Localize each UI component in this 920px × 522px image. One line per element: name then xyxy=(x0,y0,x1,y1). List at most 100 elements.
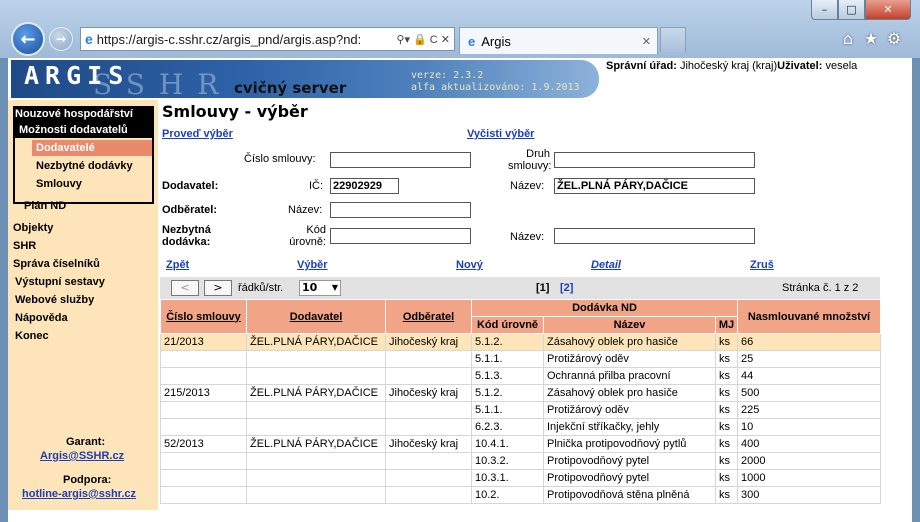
address-tools-icons[interactable]: ⚲▾ 🔒 C ✕ xyxy=(392,33,454,46)
cell-mj: ks xyxy=(715,333,738,351)
logo-text: ARGIS xyxy=(24,61,130,90)
table-row[interactable]: 6.2.3. Injekční stříkačky, jehly ks 10 xyxy=(160,418,881,436)
menu-moznosti[interactable]: Možnosti dodavatelů xyxy=(15,122,154,138)
address-url[interactable]: https://argis-c.sshr.cz/argis_pnd/argis.… xyxy=(97,32,393,47)
kod-input[interactable] xyxy=(330,228,471,244)
cell-nazev: Protižárový oděv xyxy=(543,401,716,419)
menu-plan[interactable]: Plán ND xyxy=(24,200,66,212)
nazev-dod-input[interactable]: ŽEL.PLNÁ PÁRY,DAČICE xyxy=(554,178,755,194)
table-row[interactable]: 5.1.1. Protižárový oděv ks 25 xyxy=(160,350,881,368)
office-label: Správní úřad: xyxy=(606,60,677,72)
cell-cislo xyxy=(160,452,247,470)
menu-konec[interactable]: Konec xyxy=(15,330,49,342)
cell-mj: ks xyxy=(715,486,738,504)
next-page-button[interactable]: > xyxy=(204,280,232,296)
page-2-link[interactable]: [2] xyxy=(560,282,573,294)
cislo-input[interactable] xyxy=(330,152,471,168)
address-bar[interactable]: e https://argis-c.sshr.cz/argis_pnd/argi… xyxy=(80,27,455,51)
close-window-button[interactable]: ✕ xyxy=(865,0,911,20)
detail-link[interactable]: Detail xyxy=(591,259,621,271)
cell-odberatel xyxy=(385,350,472,368)
nazev-nd-input[interactable] xyxy=(554,228,755,244)
maximize-button[interactable]: □ xyxy=(838,0,865,20)
cell-mnozstvi: 2000 xyxy=(737,452,881,470)
minimize-button[interactable]: – xyxy=(811,0,838,20)
back-button[interactable]: ← xyxy=(11,22,45,56)
new-tab-button[interactable] xyxy=(660,27,686,52)
col-dodavatel[interactable]: Dodavatel xyxy=(246,299,386,334)
cell-odberatel xyxy=(385,486,472,504)
col-cislo[interactable]: Číslo smlouvy xyxy=(160,299,247,334)
novy-link[interactable]: Nový xyxy=(456,259,483,271)
run-filter-link[interactable]: Proveď výběr xyxy=(162,128,233,140)
banner: SSHR ARGIS cvičný server verze: 2.3.2 al… xyxy=(8,58,912,101)
cell-dodavatel xyxy=(246,452,386,470)
cell-kod: 6.2.3. xyxy=(471,418,544,436)
menu-sprava[interactable]: Správa číselníků xyxy=(13,258,100,270)
menu-vystupni[interactable]: Výstupní sestavy xyxy=(15,276,105,288)
cell-nazev: Zásahový oblek pro hasiče xyxy=(543,333,716,351)
menu-shr[interactable]: SHR xyxy=(13,240,36,252)
table-row[interactable]: 10.2. Protipovodňová stěna plněná ks 300 xyxy=(160,486,881,504)
cell-mnozstvi: 400 xyxy=(737,435,881,453)
forward-button[interactable]: → xyxy=(49,27,73,51)
tab-argis[interactable]: e Argis ✕ xyxy=(459,27,658,54)
rows-select[interactable]: 10 ▼ xyxy=(299,280,341,296)
menu-napoveda[interactable]: Nápověda xyxy=(15,312,68,324)
odberatel-label: Odběratel: xyxy=(162,204,218,216)
cell-kod: 10.3.2. xyxy=(471,452,544,470)
zpet-link[interactable]: Zpět xyxy=(166,259,189,271)
vyber-link[interactable]: Výběr xyxy=(297,259,328,271)
menu-nezbytne[interactable]: Nezbytné dodávky xyxy=(36,160,133,172)
table-row[interactable]: 215/2013 ŽEL.PLNÁ PÁRY,DAČICE Jihočeský … xyxy=(160,384,881,402)
home-icon[interactable]: ⌂ xyxy=(838,28,858,48)
col-kod: Kód úrovně xyxy=(471,316,544,334)
user-label: Uživatel: xyxy=(777,60,823,72)
garant-mail-link[interactable]: Argis@SSHR.cz xyxy=(40,450,124,462)
cell-mnozstvi: 66 xyxy=(737,333,881,351)
cell-kod: 5.1.3. xyxy=(471,367,544,385)
menu-smlouvy[interactable]: Smlouvy xyxy=(36,178,82,190)
table-row[interactable]: 5.1.3. Ochranná přilba pracovní ks 44 xyxy=(160,367,881,385)
cislo-label: Číslo smlouvy: xyxy=(244,153,316,165)
table-row[interactable]: 10.3.2. Protipovodňový pytel ks 2000 xyxy=(160,452,881,470)
ie-icon: e xyxy=(85,31,93,47)
cell-dodavatel xyxy=(246,469,386,487)
star-icon[interactable]: ★ xyxy=(861,28,881,48)
cell-odberatel xyxy=(385,367,472,385)
menu-webove[interactable]: Webové služby xyxy=(15,294,94,306)
cell-dodavatel: ŽEL.PLNÁ PÁRY,DAČICE xyxy=(246,384,386,402)
druh-label: Druh smlouvy: xyxy=(508,148,551,172)
podpora-mail-link[interactable]: hotline-argis@sshr.cz xyxy=(22,488,136,500)
cell-odberatel xyxy=(385,401,472,419)
cell-nazev: Injekční stříkačky, jehly xyxy=(543,418,716,436)
page-current: [1] xyxy=(536,282,550,294)
cell-odberatel: Jihočeský kraj xyxy=(385,384,472,402)
cell-odberatel xyxy=(385,452,472,470)
close-tab-icon[interactable]: ✕ xyxy=(642,35,651,48)
cell-mnozstvi: 225 xyxy=(737,401,881,419)
table-row[interactable]: 10.3.1. Protipovodňový pytel ks 1000 xyxy=(160,469,881,487)
gear-icon[interactable]: ⚙ xyxy=(884,28,904,48)
table-row[interactable]: 21/2013 ŽEL.PLNÁ PÁRY,DAČICE Jihočeský k… xyxy=(160,333,881,351)
druh-input[interactable] xyxy=(554,152,755,168)
nazev-odb-input[interactable] xyxy=(330,202,471,218)
pager-toolbar: < > řádků/str. 10 ▼ [1] [2] Stránka č. 1… xyxy=(160,277,880,299)
cell-nazev: Ochranná přilba pracovní xyxy=(543,367,716,385)
nezbytna-label-1: Nezbytná xyxy=(162,224,211,236)
col-odberatel[interactable]: Odběratel xyxy=(385,299,472,334)
table-row[interactable]: 52/2013 ŽEL.PLNÁ PÁRY,DAČICE Jihočeský k… xyxy=(160,435,881,453)
office-value: Jihočeský kraj (kraj) xyxy=(679,60,778,72)
cell-mj: ks xyxy=(715,469,738,487)
ic-input[interactable]: 22902929 xyxy=(330,178,399,194)
menu-nouzove[interactable]: Nouzové hospodářství xyxy=(13,106,154,122)
zrus-link[interactable]: Zruš xyxy=(750,259,774,271)
table-row[interactable]: 5.1.1. Protižárový oděv ks 225 xyxy=(160,401,881,419)
prev-page-button[interactable]: < xyxy=(171,280,199,296)
menu-objekty[interactable]: Objekty xyxy=(13,222,53,234)
menu-dodavatele[interactable]: Dodavatelé xyxy=(32,140,152,156)
clear-filter-link[interactable]: Vyčisti výběr xyxy=(467,128,534,140)
nazev-odb-label: Název: xyxy=(288,204,323,216)
druh-label-1: Druh xyxy=(526,148,550,160)
nazev-dod-label: Název: xyxy=(510,180,545,192)
